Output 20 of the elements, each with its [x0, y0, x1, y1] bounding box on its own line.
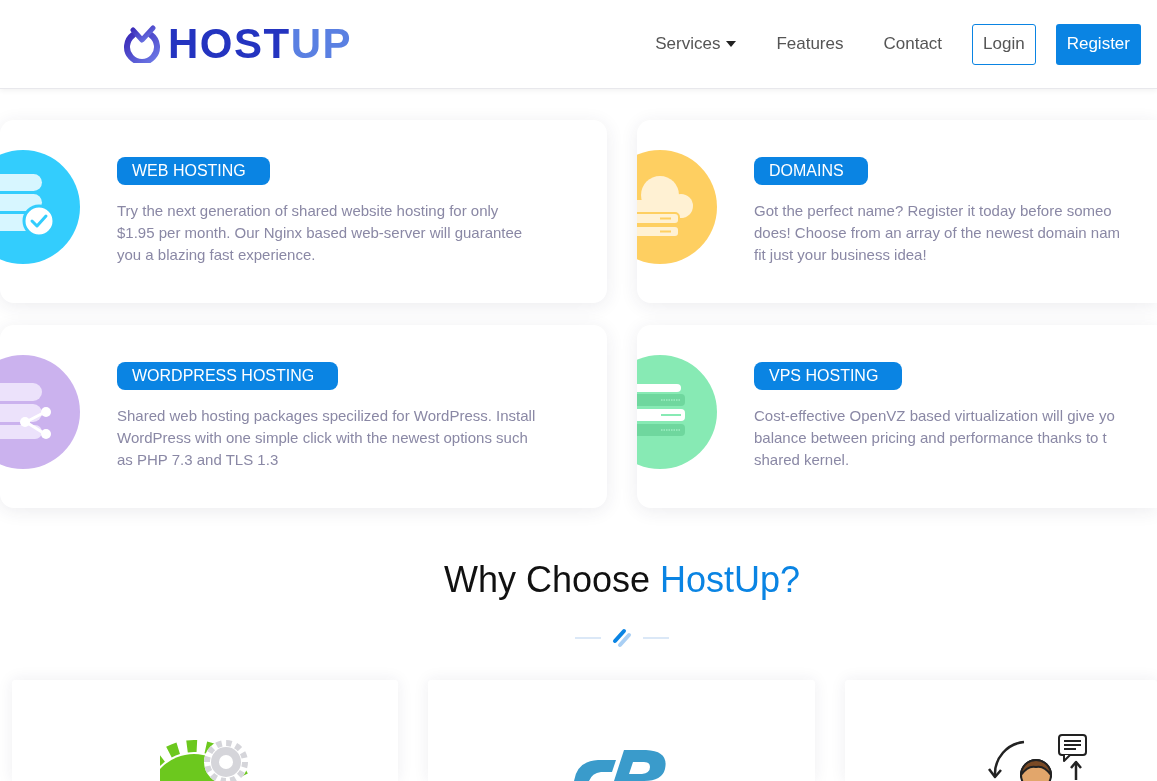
- service-description: Try the next generation of shared website hosting for only $1.95 per month. Our Nginx based web-server will guarantee you a blazing fast experience.: [117, 201, 523, 265]
- check-ring-icon: [122, 25, 162, 63]
- service-description: Shared web hosting packages specilized for WordPress. Install WordPress with one simple click with the newest options such as PHP 7.3 and TLS 1.3: [117, 406, 536, 470]
- service-badge: WORDPRESS HOSTING: [117, 362, 339, 390]
- section-heading: Why Choose HostUp?: [443, 558, 801, 602]
- nav-link[interactable]: Services: [655, 31, 737, 57]
- cloud-server-icon: [637, 150, 717, 265]
- login-button[interactable]: Login: [972, 23, 1036, 65]
- logo-wordmark[interactable]: HOSTUP: [168, 20, 353, 68]
- register-button[interactable]: Register: [1055, 23, 1141, 65]
- nav-link[interactable]: Features: [776, 31, 844, 57]
- nav-link[interactable]: Contact: [883, 31, 943, 57]
- service-badge: VPS HOSTING: [754, 362, 903, 390]
- service-description: Cost-effective OpenVZ based virtualization will give yo balance between pricing and performance thanks to t shared kernel.: [754, 406, 1115, 470]
- service-badge: WEB HOSTING: [117, 157, 270, 185]
- service-badge: DOMAINS: [754, 157, 868, 185]
- slash-divider-icon: [575, 628, 669, 648]
- caret-icon: [726, 41, 737, 47]
- logo-mark-icon: [574, 748, 668, 781]
- service-description: Got the perfect name? Register it today before someo does! Choose from an array of the newest domain nam fit just your business idea!: [754, 201, 1121, 265]
